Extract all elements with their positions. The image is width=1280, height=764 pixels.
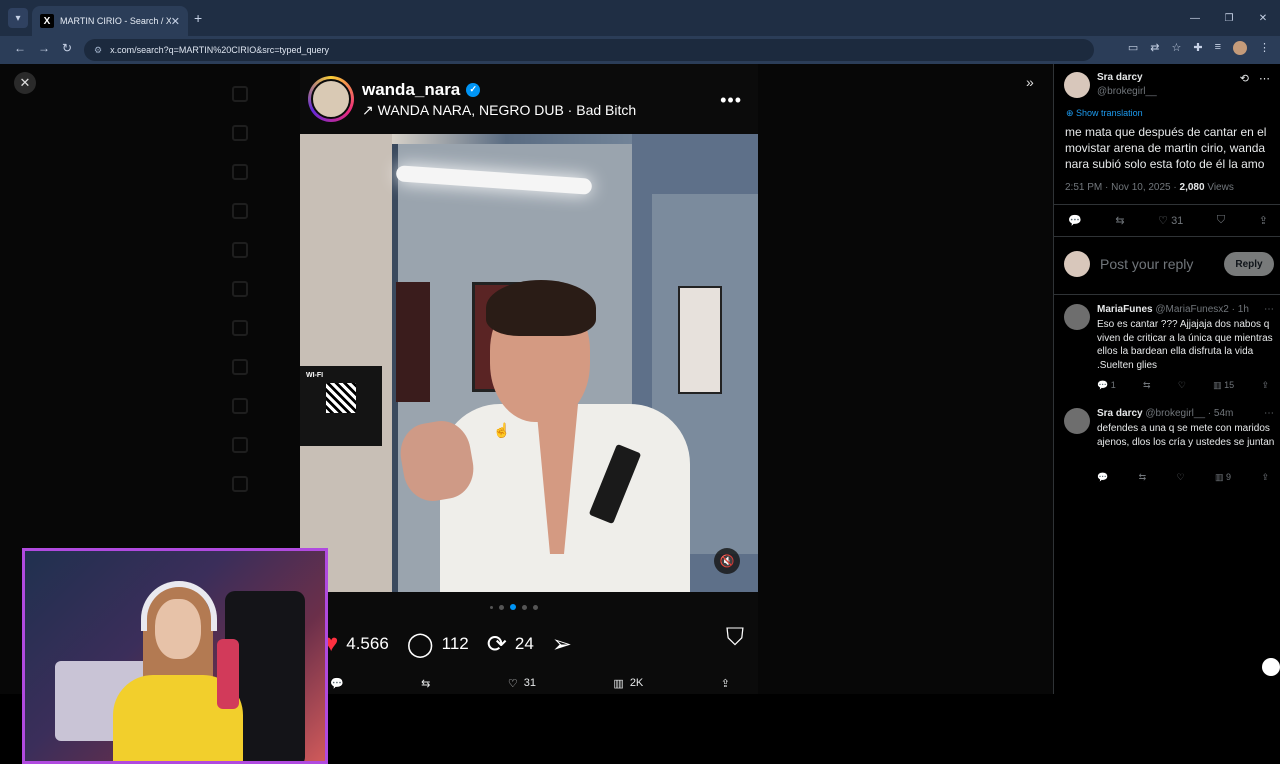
ig-header: wanda_nara ✓ ↗ WANDA NARA, NEGRO DUB · B… (300, 64, 758, 134)
page-area: ✕ » wanda_nara ✓ ↗ WANDA NARA, NEGRO DUB… (0, 64, 1280, 764)
forward-button[interactable]: → (38, 41, 50, 55)
site-info-icon[interactable]: ⚙ (94, 45, 102, 56)
reply-text: Eso es cantar ??? Ajjajaja dos nabos q v… (1097, 319, 1273, 371)
webcam-overlay (22, 548, 328, 764)
translate-icon[interactable]: ⇄ (1150, 41, 1159, 55)
retweet-icon[interactable]: ⇆ (421, 677, 430, 690)
tweet-panel: Sra darcy @brokegirl__ ⟲ ⋯ ⊕ Show transl… (1053, 64, 1280, 694)
ig-action-bar: ♥ 4.566 ◯ 112 ⟳ 24 ➢ ⛉ (324, 624, 744, 664)
close-icon[interactable]: ✕ (14, 72, 36, 94)
reply-button[interactable]: Reply (1224, 252, 1274, 276)
ghost-sidebar (232, 74, 248, 503)
ig-audio-label[interactable]: ↗ WANDA NARA, NEGRO DUB · Bad Bitch (362, 102, 636, 119)
carousel-dots (490, 604, 538, 610)
bookmark-icon[interactable]: ⛉ (1217, 214, 1225, 227)
views-button[interactable]: ▥ 15 (1213, 380, 1234, 391)
reply-icon[interactable]: 💬 (1068, 214, 1082, 227)
avatar[interactable] (1064, 408, 1090, 434)
ig-comment-button[interactable]: ◯ 112 (407, 630, 469, 659)
tab-title: MARTIN CIRIO - Search / X (60, 16, 171, 26)
reply-input[interactable]: Post your reply (1100, 256, 1224, 272)
tweet-meta: 2:51 PM · Nov 10, 2025 · 2,080 Views (1065, 182, 1234, 193)
like-icon[interactable]: ♡ (1177, 472, 1185, 483)
ig-share-button[interactable]: ➢ (552, 630, 572, 659)
reply-composer: Post your reply Reply (1064, 250, 1274, 278)
new-tab-button[interactable]: + (194, 10, 202, 26)
views-button[interactable]: ▥ 2K (613, 677, 643, 690)
like-button[interactable]: ♡ 31 (508, 677, 536, 690)
reply-icon[interactable]: 💬 (1097, 472, 1108, 483)
like-icon[interactable]: ♡ (1178, 380, 1186, 391)
retweet-icon[interactable]: ⇆ (1143, 380, 1151, 391)
share-icon[interactable]: ⇪ (721, 677, 730, 690)
browser-menu-icon[interactable]: ⋮ (1259, 41, 1270, 55)
grok-icon[interactable]: ⟲ (1240, 72, 1249, 85)
reload-button[interactable]: ↻ (62, 41, 72, 55)
close-window-button[interactable]: ✕ (1246, 0, 1280, 36)
avatar (1064, 251, 1090, 277)
wifi-label: WI-FI (306, 372, 324, 379)
extensions-icon[interactable]: ✚ (1193, 41, 1202, 55)
send-icon: ➢ (551, 630, 572, 658)
video-frame[interactable]: WI-FI ☝ 🔇 (300, 134, 758, 592)
avatar[interactable] (1064, 304, 1090, 330)
minimize-button[interactable]: — (1178, 0, 1212, 36)
mouse-cursor-icon: ☝ (493, 422, 511, 438)
x-logo-icon: X (40, 14, 54, 28)
media-viewer: wanda_nara ✓ ↗ WANDA NARA, NEGRO DUB · B… (300, 64, 758, 694)
x-media-action-bar: 💬 ⇆ ♡ 31 ▥ 2K ⇪ (330, 672, 730, 694)
wifi-sign: WI-FI (300, 366, 382, 446)
views-button[interactable]: ▥ 9 (1215, 472, 1231, 483)
retweet-icon[interactable]: ⇆ (1139, 472, 1147, 483)
browser-nav-bar: ← → ↻ ⚙ x.com/search?q=MARTIN%20CIRIO&sr… (0, 36, 1280, 64)
show-translation-link[interactable]: ⊕ Show translation (1066, 108, 1143, 119)
url-text: x.com/search?q=MARTIN%20CIRIO&src=typed_… (110, 45, 330, 55)
avatar[interactable] (1064, 72, 1090, 98)
qr-code (326, 383, 356, 413)
share-icon[interactable]: ⇪ (1261, 472, 1269, 483)
profile-avatar[interactable] (1233, 41, 1247, 55)
more-icon[interactable]: ⋯ (1264, 408, 1274, 419)
more-icon[interactable]: ⋯ (1259, 72, 1270, 85)
more-options-icon[interactable]: ••• (720, 90, 742, 111)
back-button[interactable]: ← (14, 41, 26, 55)
address-bar[interactable]: ⚙ x.com/search?q=MARTIN%20CIRIO&src=type… (84, 39, 1094, 61)
comment-icon: ◯ (406, 630, 434, 658)
author-handle[interactable]: @brokegirl__ (1097, 86, 1157, 97)
verified-badge-icon: ✓ (466, 82, 481, 97)
tab-search-button[interactable]: ▾ (8, 8, 28, 28)
tab-close-icon[interactable]: ✕ (171, 15, 180, 28)
reply-icon[interactable]: 💬 (330, 677, 344, 690)
browser-tab-bar: ▾ X MARTIN CIRIO - Search / X ✕ + — ❐ ✕ (0, 0, 1280, 36)
share-icon[interactable]: ⇪ (1259, 214, 1268, 227)
cast-icon[interactable]: ▭ (1128, 41, 1138, 55)
more-icon[interactable]: ⋯ (1264, 304, 1274, 315)
ig-bookmark-icon[interactable]: ⛉ (726, 624, 744, 652)
ig-repost-button[interactable]: ⟳ 24 (487, 630, 534, 659)
tweet-text: me mata que después de cantar en el movi… (1065, 125, 1267, 171)
reply-text: defendes a una q se mete con maridos aje… (1097, 423, 1275, 448)
author-name[interactable]: Sra darcy (1097, 72, 1143, 83)
repost-icon: ⟳ (486, 630, 507, 658)
restore-button[interactable]: ❐ (1212, 0, 1246, 36)
grok-fab-icon[interactable] (1262, 658, 1280, 676)
ig-avatar[interactable] (308, 76, 354, 122)
mute-icon[interactable]: 🔇 (714, 548, 740, 574)
retweet-icon[interactable]: ⇆ (1115, 214, 1124, 227)
reply-icon[interactable]: 💬 1 (1097, 380, 1116, 391)
media-control-icon[interactable]: ≡ (1215, 41, 1221, 55)
like-button[interactable]: ♡ 31 (1158, 214, 1183, 227)
expand-icon[interactable]: » (1026, 74, 1034, 90)
share-icon[interactable]: ⇪ (1261, 380, 1269, 391)
ig-like-button[interactable]: ♥ 4.566 (324, 630, 389, 658)
bookmark-star-icon[interactable]: ☆ (1171, 41, 1181, 55)
browser-tab[interactable]: X MARTIN CIRIO - Search / X ✕ (32, 6, 188, 36)
tweet-action-bar: 💬 ⇆ ♡ 31 ⛉ ⇪ (1068, 214, 1268, 227)
ig-username[interactable]: wanda_nara (362, 80, 460, 100)
